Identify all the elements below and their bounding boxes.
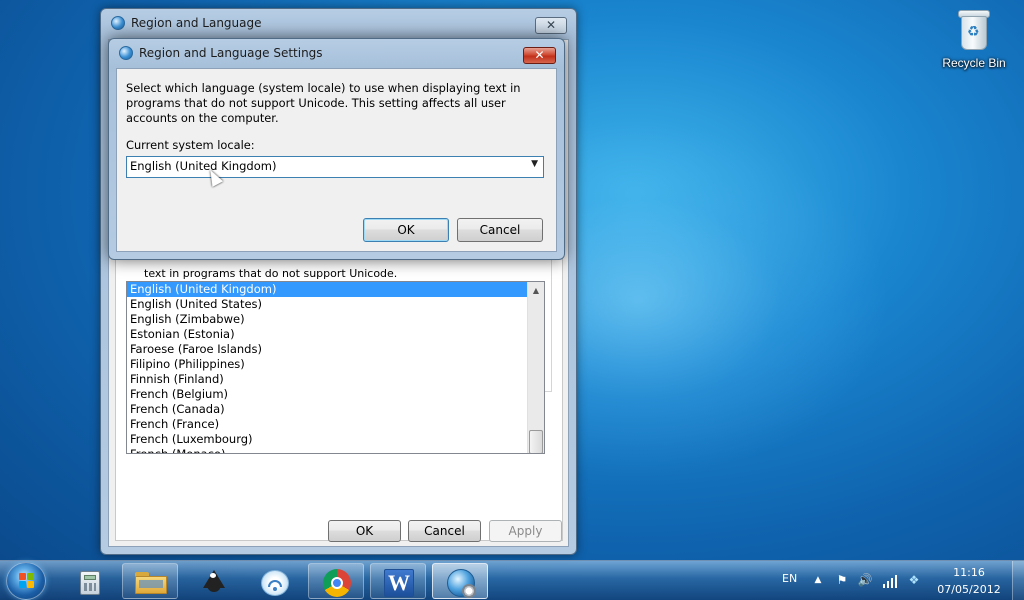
network-signal-icon[interactable] — [882, 573, 898, 589]
list-item[interactable]: Faroese (Faroe Islands) — [127, 342, 544, 357]
taskbar-calculator[interactable] — [60, 563, 116, 599]
show-desktop-button[interactable] — [1012, 561, 1024, 600]
list-item[interactable]: English (United States) — [127, 297, 544, 312]
list-item[interactable]: English (United Kingdom) — [127, 282, 544, 297]
dialog-cancel-button[interactable]: Cancel — [457, 218, 543, 242]
list-item[interactable]: Finnish (Finland) — [127, 372, 544, 387]
taskbar-file-explorer[interactable] — [122, 563, 178, 599]
clock-date[interactable]: 07/05/2012 — [936, 583, 1002, 596]
taskbar-region-language[interactable] — [432, 563, 488, 599]
window-title: Region and Language — [131, 16, 262, 30]
volume-icon[interactable]: 🔊 — [857, 573, 873, 589]
dialog-close-button[interactable]: ✕ — [523, 47, 556, 64]
chevron-down-icon[interactable]: ▼ — [531, 159, 538, 169]
taskbar-inkscape[interactable] — [184, 563, 240, 599]
file-explorer-icon — [135, 572, 167, 594]
dialog-title: Region and Language Settings — [139, 46, 323, 60]
system-locale-dropdown[interactable]: English (United Kingdom) ▼ — [126, 156, 544, 178]
cancel-button[interactable]: Cancel — [408, 520, 481, 542]
locale-listbox[interactable]: English (United Kingdom) English (United … — [126, 281, 545, 454]
word-icon: W — [384, 569, 414, 597]
dialog-client-area: Select which language (system locale) to… — [116, 68, 557, 252]
input-language-indicator[interactable]: EN — [782, 572, 797, 585]
globe-icon — [111, 16, 125, 30]
list-item[interactable]: French (Luxembourg) — [127, 432, 544, 447]
show-hidden-icons-icon[interactable]: ▲ — [810, 575, 826, 591]
scroll-thumb[interactable] — [529, 430, 543, 453]
scroll-up-arrow-icon[interactable]: ▲ — [528, 282, 544, 299]
unicode-description-text: text in programs that do not support Uni… — [144, 267, 398, 280]
wifi-icon — [261, 570, 289, 596]
region-language-icon — [447, 569, 476, 598]
list-item[interactable]: French (Monaco) — [127, 447, 544, 453]
start-button[interactable] — [6, 562, 46, 600]
taskbar-word[interactable]: W — [370, 563, 426, 599]
region-language-settings-dialog: Region and Language Settings ✕ Select wh… — [108, 38, 565, 260]
title-bar[interactable]: Region and Language — [101, 9, 576, 37]
calculator-icon — [80, 571, 100, 595]
system-locale-description: Select which language (system locale) to… — [126, 81, 521, 125]
list-item[interactable]: French (France) — [127, 417, 544, 432]
taskbar-wifi[interactable] — [246, 563, 302, 599]
action-center-flag-icon[interactable]: ⚑ — [834, 573, 850, 589]
taskbar-chrome[interactable] — [308, 563, 364, 599]
list-item[interactable]: French (Belgium) — [127, 387, 544, 402]
windows-flag-icon — [19, 573, 35, 589]
current-locale-label: Current system locale: — [126, 138, 255, 152]
apply-button[interactable]: Apply — [489, 520, 562, 542]
list-item[interactable]: French (Canada) — [127, 402, 544, 417]
recycle-bin-label: Recycle Bin — [942, 56, 1006, 70]
inkscape-icon — [201, 570, 227, 596]
dialog-ok-button[interactable]: OK — [363, 218, 449, 242]
dropbox-icon[interactable]: ❖ — [906, 573, 922, 589]
taskbar: W EN ▲ ⚑ 🔊 ❖ 11:16 07/05/2012 — [0, 560, 1024, 600]
recycle-bin[interactable]: ♻ Recycle Bin — [936, 6, 1012, 78]
list-scrollbar[interactable]: ▲ — [527, 282, 544, 453]
dialog-title-bar[interactable]: Region and Language Settings — [109, 39, 564, 67]
list-item[interactable]: English (Zimbabwe) — [127, 312, 544, 327]
list-item[interactable]: Filipino (Philippines) — [127, 357, 544, 372]
chrome-icon — [323, 569, 351, 597]
ok-button[interactable]: OK — [328, 520, 401, 542]
close-button[interactable]: ✕ — [535, 17, 567, 34]
recycle-bin-icon: ♻ — [957, 8, 991, 52]
list-item[interactable]: Estonian (Estonia) — [127, 327, 544, 342]
globe-icon — [119, 46, 133, 60]
system-locale-value: English (United Kingdom) — [130, 159, 277, 173]
clock-time[interactable]: 11:16 — [940, 566, 998, 579]
